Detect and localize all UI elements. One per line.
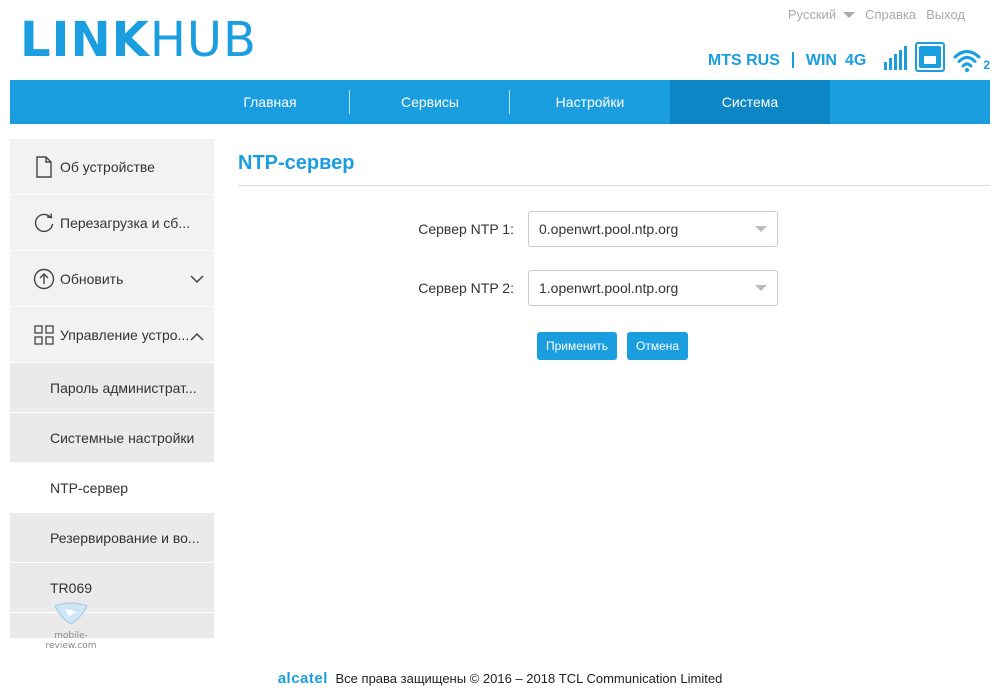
network-name: WIN (805, 52, 837, 69)
sidebar-subitem-ntp-server[interactable]: NTP-сервер (10, 463, 214, 513)
signal-strength-icon (884, 46, 908, 70)
top-links: Русский Справка Выход (788, 7, 965, 22)
logout-link[interactable]: Выход (926, 7, 965, 22)
language-select[interactable]: Русский (787, 7, 856, 22)
ntp1-label: Сервер NTP 1: (418, 221, 514, 237)
status-bar: MTS RUS WIN 4G 2 (708, 42, 990, 72)
ntp2-label: Сервер NTP 2: (418, 280, 514, 296)
watermark-text: mobile-review.com (45, 631, 97, 651)
linkhub-logo: LINKHUB (20, 12, 257, 68)
ntp1-row: Сервер NTP 1: 0.openwrt.pool.ntp.org (238, 211, 990, 247)
ntp2-select[interactable]: 1.openwrt.pool.ntp.org (528, 270, 778, 306)
alcatel-logo: alcatel (277, 670, 328, 687)
ntp2-row: Сервер NTP 2: 1.openwrt.pool.ntp.org (238, 270, 990, 306)
ntp1-value: 0.openwrt.pool.ntp.org (539, 221, 679, 237)
form-buttons: Применить Отмена (537, 332, 689, 360)
nav-item-settings[interactable]: Настройки (510, 80, 670, 124)
cancel-button[interactable]: Отмена (627, 332, 689, 360)
apply-button[interactable]: Применить (537, 332, 618, 360)
page: LINKHUB Русский Справка Выход MTS RUS WI… (0, 0, 1000, 694)
chevron-down-icon (190, 271, 204, 287)
sidebar: Об устройстве Перезагрузка и сб... Обнов… (10, 139, 214, 639)
sidebar-item-reboot[interactable]: Перезагрузка и сб... (10, 195, 214, 251)
sidebar-subitem-backup[interactable]: Резервирование и во... (10, 513, 214, 563)
document-icon (32, 155, 56, 178)
watermark: mobile-review.com (36, 600, 106, 651)
chevron-up-icon (190, 329, 204, 345)
footer: alcatel Все права защищены © 2016 – 2018… (0, 670, 1000, 687)
nav-item-system[interactable]: Система (670, 80, 830, 124)
lan-connection-icon (915, 42, 946, 72)
ntp1-select[interactable]: 0.openwrt.pool.ntp.org (528, 211, 778, 247)
sidebar-subitem-admin-password[interactable]: Пароль администрат... (10, 363, 214, 413)
chevron-down-icon (755, 226, 767, 232)
network-type: 4G (844, 52, 867, 69)
operator-name: MTS RUS (707, 52, 780, 69)
watermark-logo-icon (54, 602, 88, 625)
sidebar-item-label: Перезагрузка и сб... (60, 214, 190, 231)
sidebar-subitem-system-settings[interactable]: Системные настройки (10, 413, 214, 463)
main-nav: Главная Сервисы Настройки Система (10, 80, 990, 124)
ntp2-value: 1.openwrt.pool.ntp.org (539, 280, 679, 296)
chevron-down-icon (755, 285, 767, 291)
sidebar-item-label: Об устройстве (60, 158, 155, 175)
title-divider (238, 185, 990, 186)
refresh-icon (32, 212, 56, 234)
wifi-status: 2 (953, 48, 990, 72)
copyright-text: Все права защищены © 2016 – 2018 TCL Com… (335, 671, 723, 686)
nav-item-home[interactable]: Главная (190, 80, 350, 124)
wifi-icon (953, 50, 981, 72)
sidebar-item-update[interactable]: Обновить (10, 251, 214, 307)
nav-item-services[interactable]: Сервисы (350, 80, 510, 124)
grid-icon (32, 324, 56, 346)
upload-circle-icon (32, 268, 56, 290)
chevron-down-icon (843, 11, 856, 18)
sidebar-item-label: Обновить (60, 270, 124, 287)
help-link[interactable]: Справка (865, 7, 916, 22)
status-divider (791, 52, 794, 68)
wifi-client-count: 2 (983, 58, 990, 72)
sidebar-item-label: Управление устро... (60, 326, 190, 343)
page-title: NTP-сервер (238, 152, 355, 174)
sidebar-item-about[interactable]: Об устройстве (10, 139, 214, 195)
language-label: Русский (787, 7, 837, 22)
sidebar-item-device-management[interactable]: Управление устро... (10, 307, 214, 363)
